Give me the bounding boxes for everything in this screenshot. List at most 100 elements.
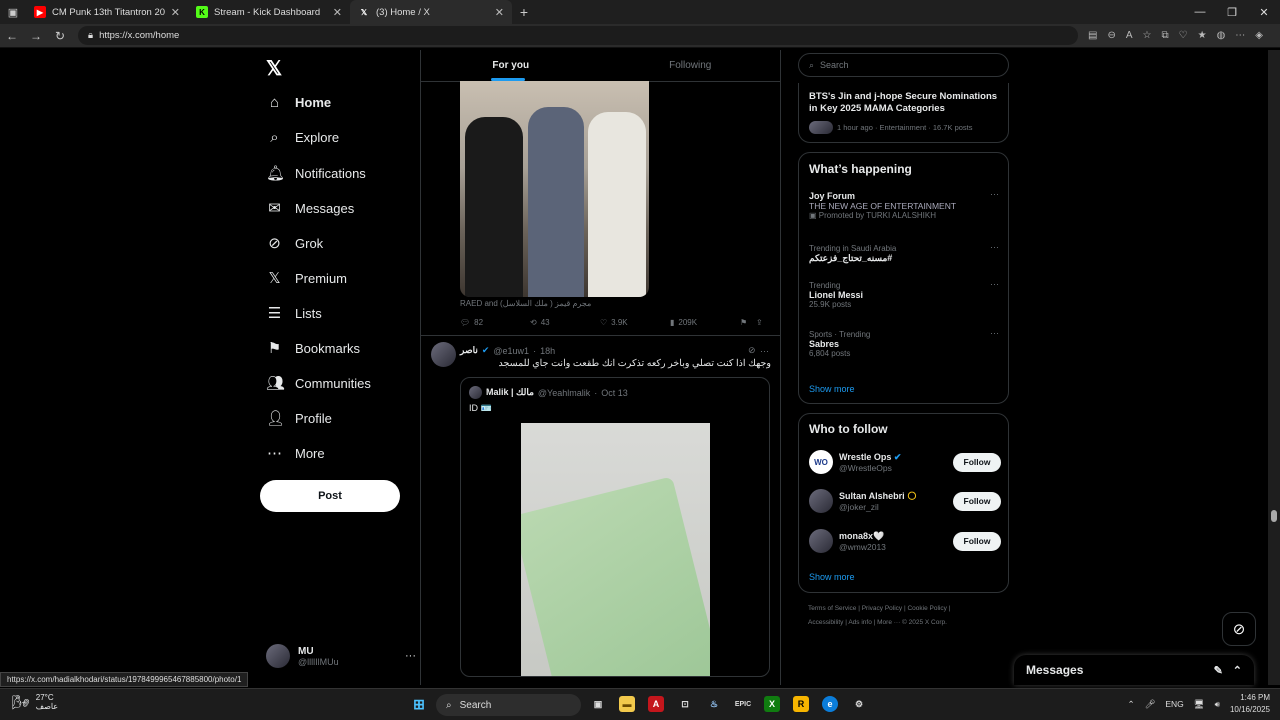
- new-message-icon[interactable]: ✎: [1214, 664, 1223, 677]
- follow-suggestion[interactable]: Sultan Alshebri 🌕︎ @joker_zil Follow: [809, 489, 1001, 513]
- share-icon[interactable]: ⇪: [756, 318, 768, 327]
- epic-games-icon[interactable]: EPIC: [735, 696, 751, 712]
- xbox-icon[interactable]: X: [764, 696, 780, 712]
- favorites-icon[interactable]: ★: [1198, 30, 1207, 41]
- refresh-icon[interactable]: ↻: [48, 29, 72, 43]
- network-icon[interactable]: 🖥︎: [1194, 699, 1205, 710]
- views-button[interactable]: ▮ 209K: [670, 318, 740, 327]
- trend-item[interactable]: Sports · Trending Sabres 6,804 posts ···: [809, 328, 999, 358]
- follow-suggestion[interactable]: mona8x🤍 @wmw2013 Follow: [809, 529, 1001, 553]
- edge-icon[interactable]: e: [822, 696, 838, 712]
- nav-notifications[interactable]: 🔔︎ Notifications: [266, 164, 366, 182]
- clock[interactable]: 1:46 PM 10/16/2025: [1230, 692, 1270, 716]
- expand-icon[interactable]: ⌃: [1233, 664, 1242, 677]
- close-tab-icon[interactable]: ✕: [333, 6, 342, 19]
- follow-button[interactable]: Follow: [953, 491, 1001, 511]
- browser-tab-kick[interactable]: K Stream - Kick Dashboard ✕: [188, 0, 350, 24]
- scrollbar-thumb[interactable]: [1271, 510, 1277, 522]
- tab-following[interactable]: Following: [601, 50, 781, 81]
- tab-for-you[interactable]: For you: [421, 50, 601, 81]
- back-icon[interactable]: ←: [0, 29, 24, 43]
- more-dots-icon[interactable]: ···: [405, 650, 416, 662]
- show-more-link[interactable]: Show more: [809, 384, 855, 394]
- like-button[interactable]: ♡ 3.9K: [600, 318, 670, 327]
- read-aloud-icon[interactable]: A: [1126, 30, 1133, 41]
- follow-button[interactable]: Follow: [953, 531, 1001, 551]
- more-dots-icon[interactable]: ···: [990, 279, 999, 289]
- weather-widget[interactable]: 🌬︎ 27°C عاصف: [12, 693, 58, 711]
- show-more-link[interactable]: Show more: [809, 572, 855, 582]
- read-mode-icon[interactable]: ▤: [1088, 30, 1097, 41]
- nav-explore[interactable]: ⌕ Explore: [266, 129, 339, 146]
- author-name[interactable]: ناصر: [460, 345, 478, 356]
- tab-actions-icon[interactable]: ▣: [0, 0, 26, 24]
- browser-essentials-icon[interactable]: ♡: [1179, 30, 1188, 41]
- settings-icon[interactable]: ⚙: [851, 696, 867, 712]
- scrollbar[interactable]: [1268, 50, 1280, 685]
- quoted-tweet[interactable]: Malik | مالك @Yeahlmalik · Oct 13 ID 🪪: [460, 377, 770, 677]
- zoom-icon[interactable]: ⊖: [1107, 30, 1115, 41]
- url-field[interactable]: 🔒︎ https://x.com/home: [78, 26, 1078, 45]
- close-tab-icon[interactable]: ✕: [495, 6, 504, 19]
- nav-bookmarks[interactable]: ⚑ Bookmarks: [266, 339, 360, 357]
- nav-communities[interactable]: 👥︎ Communities: [266, 374, 371, 392]
- minimize-icon[interactable]: —: [1184, 6, 1216, 19]
- quote-photo[interactable]: [521, 423, 710, 676]
- tweet-time[interactable]: 18h: [540, 346, 555, 356]
- bookmark-button[interactable]: ⚑: [740, 318, 756, 327]
- author-handle[interactable]: @e1uw1: [493, 346, 529, 356]
- start-icon[interactable]: ⊞: [411, 696, 427, 712]
- account-switcher[interactable]: MU @llllIlMUu ···: [266, 644, 416, 668]
- steam-icon[interactable]: ♨: [706, 696, 722, 712]
- app-icon[interactable]: A: [648, 696, 664, 712]
- language-indicator[interactable]: ENG: [1165, 699, 1183, 709]
- file-explorer-icon[interactable]: ▬: [619, 696, 635, 712]
- nav-lists[interactable]: ☰ Lists: [266, 304, 322, 322]
- grok-icon[interactable]: ⊘: [748, 345, 756, 356]
- reply-button[interactable]: 💬︎ 82: [460, 318, 530, 327]
- volume-icon[interactable]: 🔊︎: [1215, 699, 1220, 710]
- maximize-icon[interactable]: ❐: [1216, 6, 1248, 19]
- follow-suggestion[interactable]: WO Wrestle Ops ✔ @WrestleOps Follow: [809, 450, 1001, 474]
- trend-item[interactable]: Trending Lionel Messi 25.9K posts ···: [809, 279, 999, 309]
- more-dots-icon[interactable]: ···: [990, 328, 999, 338]
- extensions-icon[interactable]: ⧉: [1161, 30, 1168, 41]
- footer-links[interactable]: Terms of Service | Privacy Policy | Cook…: [808, 605, 950, 612]
- trend-item[interactable]: Trending in Saudi Arabia #مسنه_تحتاج_فزع…: [809, 242, 999, 264]
- avatar[interactable]: [431, 342, 456, 367]
- nav-grok[interactable]: ⊘ Grok: [266, 234, 323, 252]
- nav-premium[interactable]: 𝕏 Premium: [266, 269, 347, 287]
- forward-icon[interactable]: →: [24, 29, 48, 43]
- tweet-photo[interactable]: [460, 81, 649, 297]
- chevron-up-icon[interactable]: ⌃: [1127, 699, 1134, 710]
- favorite-star-icon[interactable]: ☆: [1143, 30, 1152, 41]
- trend-item[interactable]: Joy Forum THE NEW AGE OF ENTERTAINMENT ▣…: [809, 189, 999, 220]
- close-tab-icon[interactable]: ✕: [171, 6, 180, 19]
- x-logo-icon[interactable]: 𝕏: [266, 56, 282, 81]
- browser-tab-youtube[interactable]: ▶ CM Punk 13th Titantron 2012-20 ✕: [26, 0, 188, 24]
- taskbar-search[interactable]: ⌕ Search: [436, 694, 581, 716]
- nav-profile[interactable]: 👤︎ Profile: [266, 409, 332, 427]
- nav-home[interactable]: ⌂ Home: [266, 94, 331, 111]
- repost-button[interactable]: ⟲ 43: [530, 318, 600, 327]
- store-icon[interactable]: ⊡: [677, 696, 693, 712]
- nav-messages[interactable]: ✉ Messages: [266, 199, 354, 217]
- post-button[interactable]: Post: [260, 480, 400, 512]
- close-window-icon[interactable]: ✕: [1248, 6, 1280, 19]
- profile-avatar-icon[interactable]: ◍: [1217, 30, 1226, 41]
- search-input[interactable]: ⌕ Search: [798, 53, 1009, 77]
- more-dots-icon[interactable]: ···: [990, 242, 999, 252]
- grok-button[interactable]: ⊘: [1222, 612, 1256, 646]
- more-dots-icon[interactable]: ···: [760, 346, 769, 356]
- messages-drawer[interactable]: Messages ✎ ⌃: [1014, 655, 1254, 685]
- footer-links[interactable]: Accessibility | Ads info | More ··· © 20…: [808, 619, 947, 626]
- nav-more[interactable]: ⋯ More: [266, 444, 325, 462]
- top-story-panel[interactable]: BTS's Jin and j-hope Secure Nominations …: [798, 83, 1009, 143]
- more-dots-icon[interactable]: ···: [990, 189, 999, 199]
- copilot-icon[interactable]: ◈: [1255, 30, 1263, 41]
- task-view-icon[interactable]: ▣: [590, 696, 606, 712]
- settings-more-icon[interactable]: ⋯: [1235, 30, 1245, 41]
- rockstar-icon[interactable]: R: [793, 696, 809, 712]
- follow-button[interactable]: Follow: [953, 452, 1001, 472]
- browser-tab-x[interactable]: 𝕏 (3) Home / X ✕: [350, 0, 512, 24]
